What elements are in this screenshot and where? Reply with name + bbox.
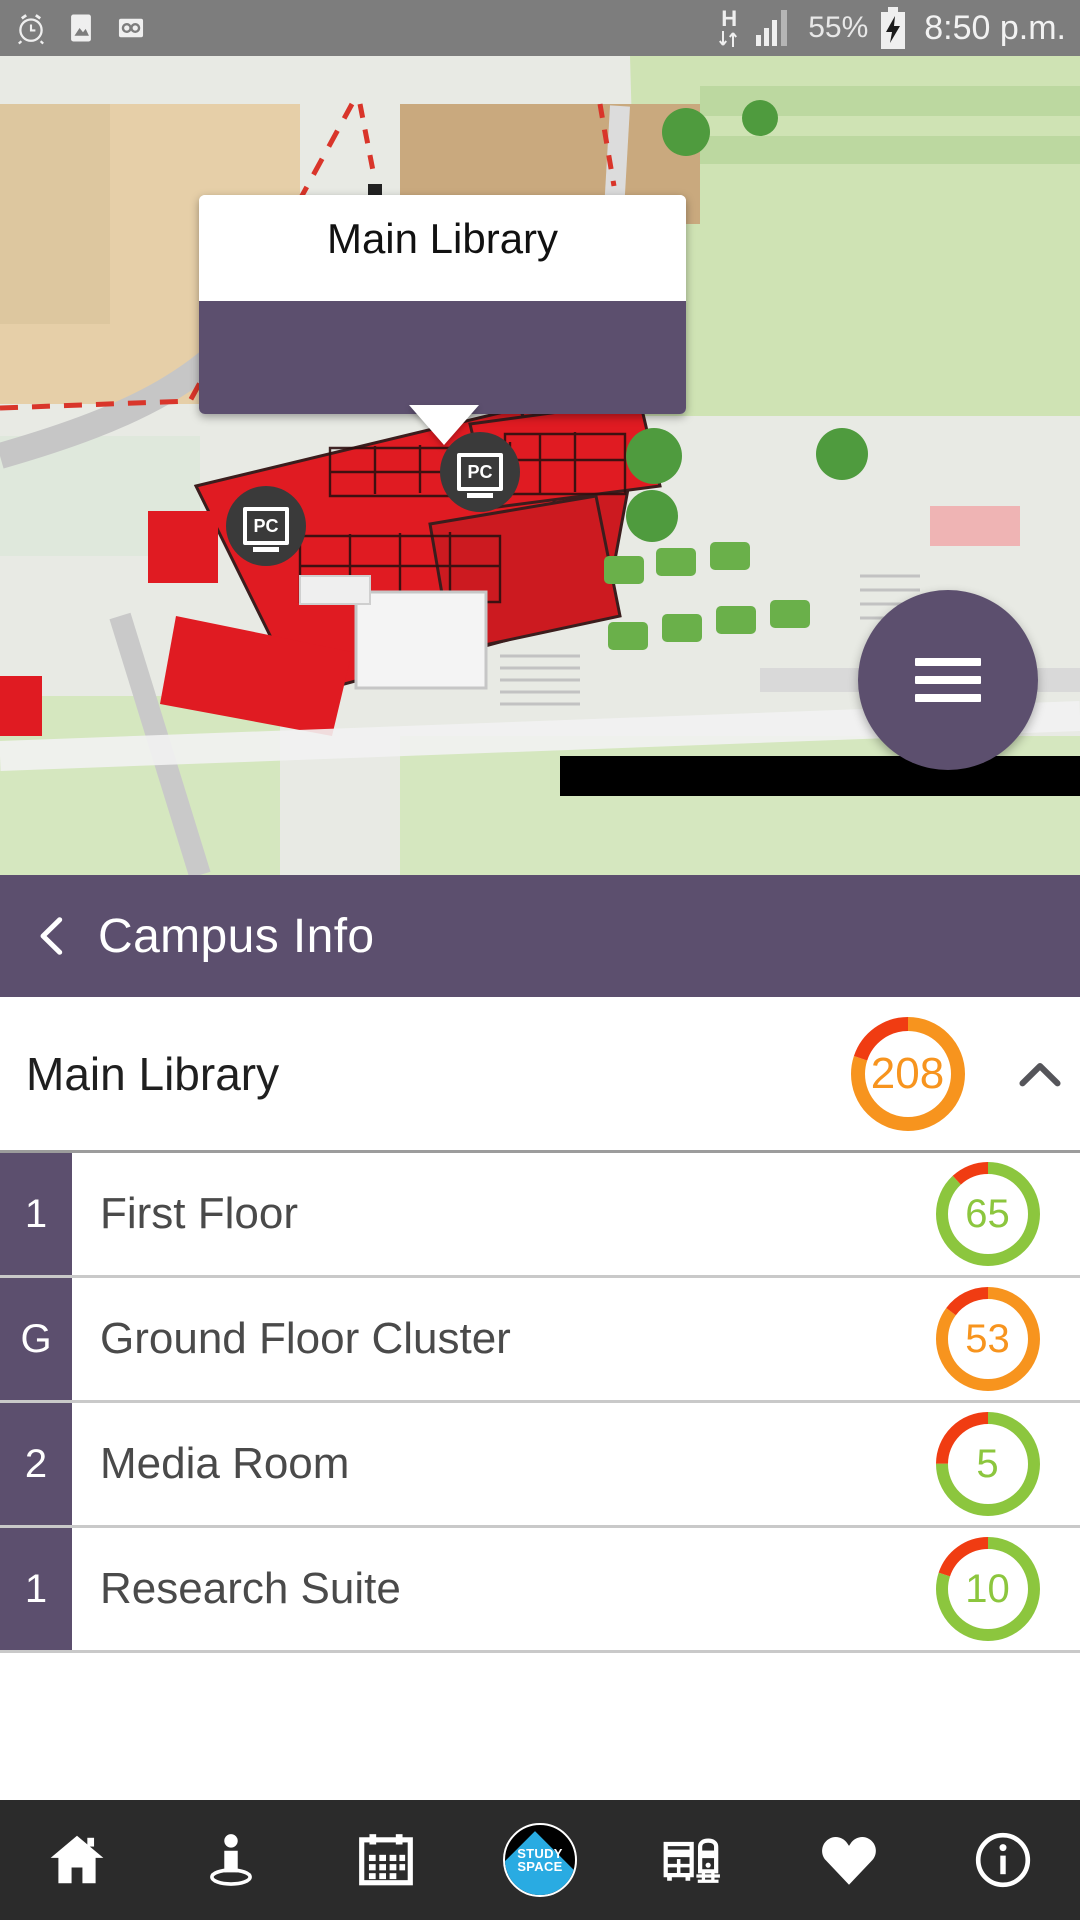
directions-icon[interactable]: [208, 201, 289, 394]
nav-study-space[interactable]: STUDY SPACE: [463, 1823, 617, 1897]
calendar-icon: [358, 1834, 413, 1886]
floor-availability-ring: 10: [895, 1528, 1080, 1650]
floor-count: 5: [976, 1441, 999, 1486]
share-icon[interactable]: [203, 199, 384, 394]
favorite-heart-icon[interactable]: [202, 203, 479, 394]
nav-info[interactable]: [926, 1829, 1080, 1891]
page-title: Campus Info: [98, 909, 375, 963]
heart-filled-icon: [821, 1837, 876, 1885]
battery-percent-label: 55%: [808, 11, 869, 44]
status-bar-right-icons: H 55% 8:50 p.m.: [716, 6, 1066, 50]
study-space-icon: STUDY SPACE: [502, 1823, 577, 1897]
data-transfer-arrows-icon: [719, 31, 738, 47]
info-window-action-bar: [199, 199, 686, 414]
venue-count: 208: [870, 1048, 945, 1098]
app-screen: H 55% 8:50 p.m. Main Library PC PC Campu…: [0, 0, 1080, 1920]
status-bar-left-icons: [14, 11, 148, 45]
floor-badge: 1: [0, 1528, 72, 1650]
info-circle-icon: [975, 1832, 1030, 1888]
signal-bars-icon: [756, 10, 788, 46]
campus-map[interactable]: Main Library PC PC: [0, 56, 1080, 875]
alarm-clock-icon: [18, 14, 44, 45]
floor-badge: 1: [0, 1153, 72, 1275]
venue-availability-ring: 208: [815, 1014, 1000, 1134]
floor-badge: G: [0, 1278, 72, 1400]
bus-train-icon: [663, 1838, 721, 1883]
floor-row[interactable]: 1 Research Suite 10: [0, 1528, 1080, 1653]
hamburger-icon: [915, 648, 981, 712]
info-icon[interactable]: [203, 199, 669, 394]
study-space-line2: SPACE: [517, 1859, 563, 1874]
floor-list: 1 First Floor 65 G Ground Floor Cluster 53 2 Me…: [0, 1153, 1080, 1653]
voicemail-icon: [118, 18, 144, 38]
nav-home[interactable]: [0, 1829, 154, 1891]
nav-events[interactable]: [309, 1829, 463, 1891]
floor-badge: 2: [0, 1403, 72, 1525]
chevron-up-icon: [1019, 1062, 1061, 1086]
floor-count: 53: [965, 1316, 1010, 1361]
venue-name: Main Library: [26, 1047, 280, 1100]
pc-marker[interactable]: PC: [226, 486, 306, 566]
person-pin-icon: [210, 1834, 253, 1886]
network-type-label: H: [721, 6, 738, 31]
floor-name: Ground Floor Cluster: [100, 1314, 511, 1363]
info-window-title: Main Library: [199, 195, 686, 301]
pc-marker-label: PC: [457, 453, 503, 491]
nav-favourites[interactable]: [771, 1828, 925, 1892]
floor-availability-ring: 65: [895, 1153, 1080, 1275]
collapse-toggle[interactable]: [1000, 1046, 1080, 1102]
floor-name: First Floor: [100, 1189, 298, 1238]
map-info-window[interactable]: Main Library: [199, 195, 686, 414]
floor-availability-ring: 53: [895, 1278, 1080, 1400]
pc-marker[interactable]: PC: [440, 432, 520, 512]
bottom-navigation-bar: STUDY SPACE: [0, 1800, 1080, 1920]
home-icon: [50, 1835, 104, 1884]
nav-transport[interactable]: [617, 1829, 771, 1891]
status-bar: H 55% 8:50 p.m.: [0, 0, 1080, 56]
floor-count: 10: [965, 1566, 1010, 1611]
floor-count: 65: [965, 1191, 1010, 1236]
clock-label: 8:50 p.m.: [924, 8, 1066, 47]
pc-marker-label: PC: [243, 507, 289, 545]
floor-row[interactable]: 1 First Floor 65: [0, 1153, 1080, 1278]
menu-fab[interactable]: [858, 590, 1038, 770]
photo-icon: [71, 14, 91, 42]
back-chevron-icon[interactable]: [30, 913, 76, 959]
floor-row[interactable]: 2 Media Room 5: [0, 1403, 1080, 1528]
study-space-label: STUDY SPACE: [517, 1847, 563, 1873]
battery-charging-icon: [881, 7, 906, 49]
network-type-indicator: H: [716, 8, 742, 48]
campus-info-header: Campus Info: [0, 875, 1080, 997]
comment-icon[interactable]: [204, 203, 574, 394]
floor-row[interactable]: G Ground Floor Cluster 53: [0, 1278, 1080, 1403]
nav-streetview[interactable]: [154, 1829, 308, 1891]
floor-name: Media Room: [100, 1439, 350, 1488]
floor-availability-ring: 5: [895, 1403, 1080, 1525]
venue-row-main-library[interactable]: Main Library 208: [0, 997, 1080, 1153]
floor-name: Research Suite: [100, 1564, 401, 1613]
